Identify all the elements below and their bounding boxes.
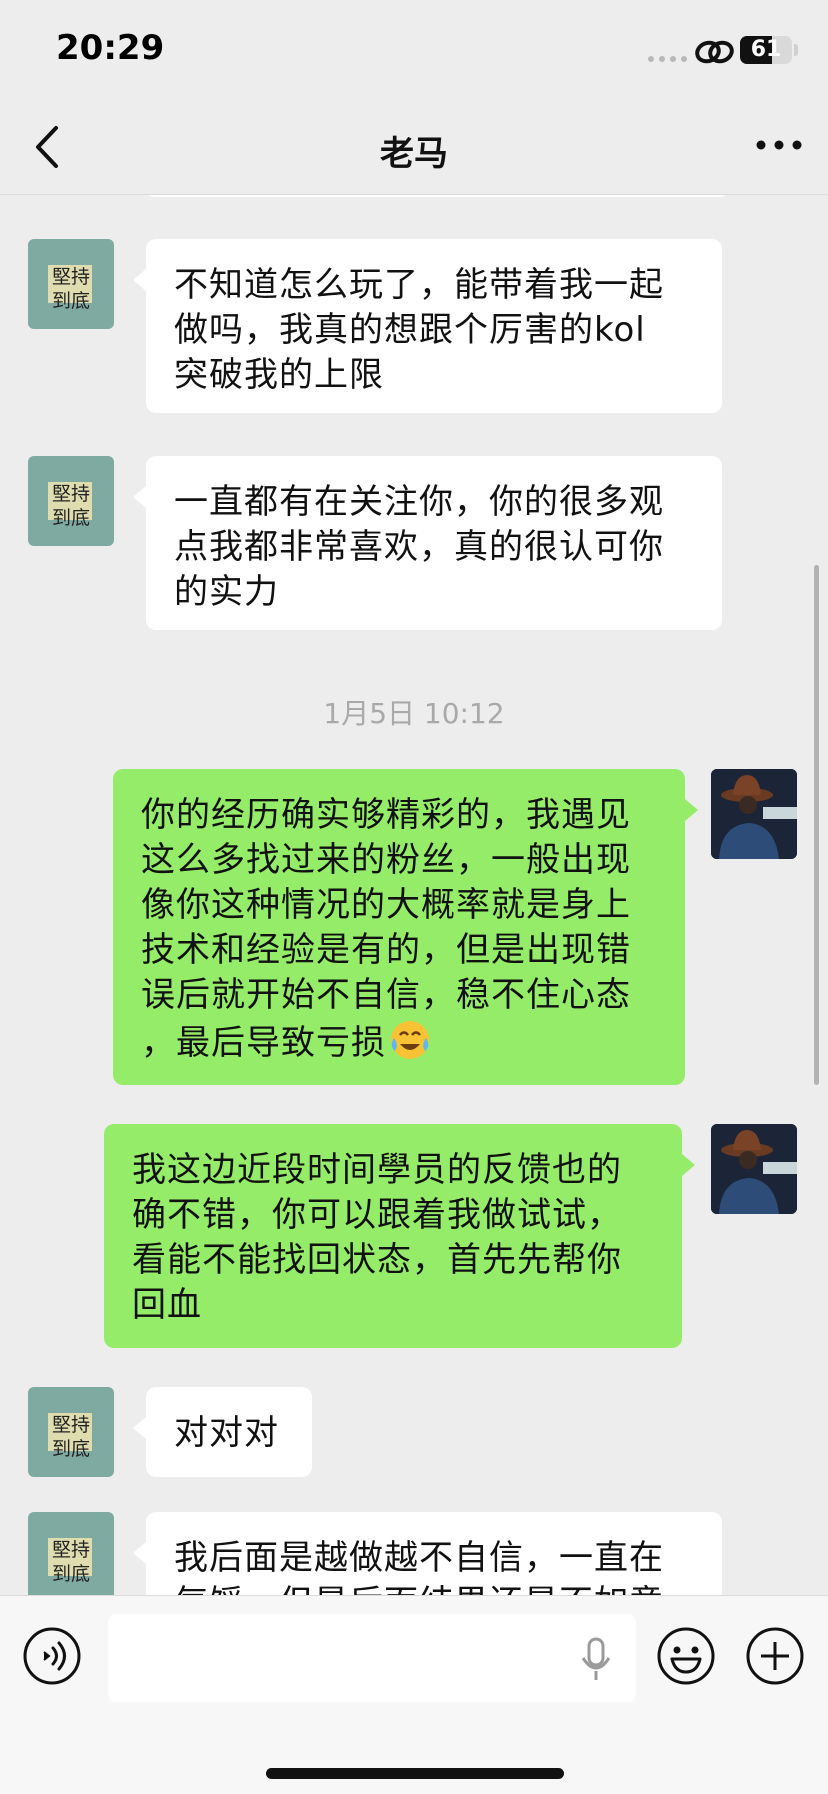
svg-text:到底: 到底 — [52, 507, 90, 529]
bubble-tail — [682, 1154, 695, 1176]
home-indicator[interactable] — [266, 1768, 564, 1779]
message-timestamp: 1月5日 10:12 — [323, 697, 505, 730]
svg-text:到底: 到底 — [52, 1438, 90, 1460]
bubble-tail — [685, 799, 698, 821]
message-bubble-sent[interactable]: 你的经历确实够精彩的，我遇见 这么多找过来的粉丝，一般出现 像你这种情况的大概率… — [113, 769, 685, 1085]
bubble-tail — [133, 1542, 146, 1564]
bubble-tail — [133, 486, 146, 508]
message-line: 气馁，但是后面结果还是不如意 — [174, 1581, 694, 1595]
message-line: 突破我的上限 — [174, 355, 384, 395]
friend-avatar[interactable]: 堅持 到底 — [28, 456, 114, 546]
svg-text:堅持: 堅持 — [52, 483, 90, 505]
link-icon — [695, 40, 734, 64]
chat-header: 老马 — [0, 100, 828, 195]
chat-area[interactable]: 堅持 到底 不知道怎么玩了，能带着我一起 做吗，我真的想跟个厉害的kol 突破我… — [0, 195, 828, 1595]
battery-cap — [794, 44, 798, 56]
message-line: 不知道怎么玩了，能带着我一起 — [174, 265, 664, 305]
more-dots-icon[interactable] — [754, 130, 804, 160]
emoji-icon[interactable] — [656, 1626, 716, 1686]
message-line: 我这边近段时间學员的反馈也的 — [132, 1150, 622, 1190]
avatar-image: 堅持 到底 — [48, 1538, 92, 1585]
message-bubble-received[interactable]: 一直都有在关注你，你的很多观 点我都非常喜欢，真的很认可你 的实力 — [146, 456, 722, 630]
chat-title: 老马 — [380, 134, 448, 174]
message-bubble-received[interactable]: 对对对 — [146, 1387, 312, 1477]
battery-level: 61 — [750, 37, 782, 62]
message-line: 像你这种情况的大概率就是身上 — [141, 885, 631, 925]
svg-text:到底: 到底 — [52, 1563, 90, 1585]
message-line: 确不错，你可以跟着我做试试， — [132, 1195, 622, 1235]
avatar-image — [711, 769, 797, 859]
message-line: 对对对 — [174, 1413, 279, 1453]
svg-text:堅持: 堅持 — [52, 266, 90, 288]
bubble-tail — [133, 1417, 146, 1439]
bubble-tail — [133, 269, 146, 291]
friend-avatar[interactable]: 堅持 到底 — [28, 1512, 114, 1595]
message-line: 做吗，我真的想跟个厉害的kol — [174, 310, 646, 350]
avatar-image: 堅持 到底 — [48, 1413, 92, 1460]
svg-text:堅持: 堅持 — [52, 1539, 90, 1561]
avatar-image: 堅持 到底 — [48, 265, 92, 312]
scrollbar[interactable] — [814, 565, 819, 1085]
message-bubble-received[interactable]: 不知道怎么玩了，能带着我一起 做吗，我真的想跟个厉害的kol 突破我的上限 — [146, 239, 722, 413]
message-bubble-sent[interactable]: 我这边近段时间學员的反馈也的 确不错，你可以跟着我做试试， 看能不能找回状态，首… — [104, 1124, 682, 1348]
plus-icon[interactable] — [745, 1626, 805, 1686]
svg-text:到底: 到底 — [52, 290, 90, 312]
mic-icon[interactable] — [578, 1636, 614, 1684]
input-bar — [0, 1595, 828, 1794]
friend-avatar[interactable]: 堅持 到底 — [28, 1387, 114, 1477]
cellular-signal-icon — [648, 56, 687, 62]
svg-text:堅持: 堅持 — [52, 1414, 90, 1436]
message-line: 回血 — [132, 1285, 202, 1325]
message-input[interactable] — [108, 1614, 636, 1702]
my-avatar[interactable] — [711, 1124, 797, 1214]
previous-message-bubble[interactable] — [146, 195, 728, 197]
avatar-image — [711, 1124, 797, 1214]
avatar-image: 堅持 到底 — [48, 482, 92, 529]
message-bubble-received[interactable]: 我后面是越做越不自信，一直在 气馁，但是后面结果还是不如意 — [146, 1512, 722, 1595]
message-line: 点我都非常喜欢，真的很认可你 — [174, 527, 664, 567]
message-line: 你的经历确实够精彩的，我遇见 — [141, 795, 631, 835]
message-line: 这么多找过来的粉丝，一般出现 — [141, 840, 631, 880]
crying-laughing-emoji-icon — [391, 1021, 429, 1059]
my-avatar[interactable] — [711, 769, 797, 859]
message-line: 一直都有在关注你，你的很多观 — [174, 482, 664, 522]
message-line: ，最后导致亏损 — [141, 1018, 657, 1066]
message-line: 技术和经验是有的，但是出现错 — [141, 930, 631, 970]
battery-icon: 61 — [740, 36, 792, 64]
status-time: 20:29 — [56, 28, 165, 68]
message-line: 的实力 — [174, 572, 279, 612]
voice-icon[interactable] — [22, 1626, 82, 1686]
status-bar: 20:29 61 — [0, 0, 828, 100]
friend-avatar[interactable]: 堅持 到底 — [28, 239, 114, 329]
message-line: 我后面是越做越不自信，一直在 — [174, 1538, 664, 1578]
message-line: 看能不能找回状态，首先先帮你 — [132, 1240, 622, 1280]
message-line: 误后就开始不自信，稳不住心态 — [141, 975, 631, 1015]
